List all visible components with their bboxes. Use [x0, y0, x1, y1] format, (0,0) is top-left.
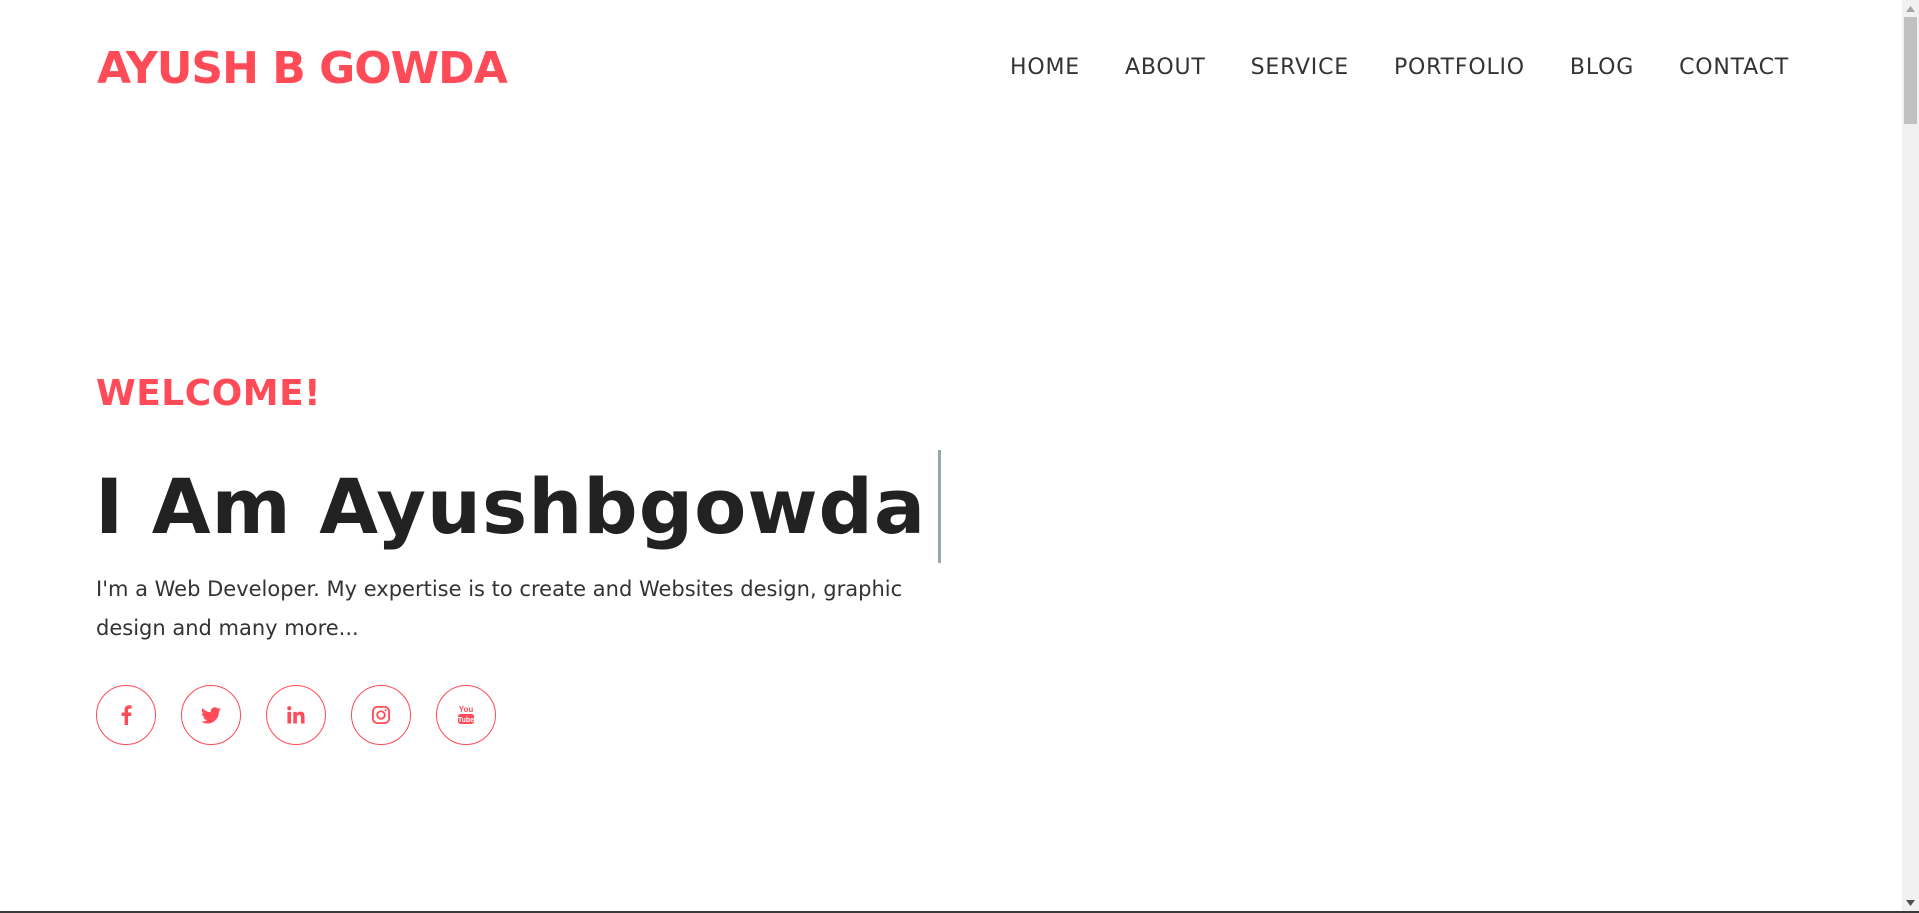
youtube-icon: You Tube [458, 705, 474, 724]
facebook-link[interactable] [96, 685, 156, 745]
site-logo[interactable]: AYUSH B GOWDA [97, 40, 508, 98]
nav-item-service[interactable]: SERVICE [1251, 52, 1349, 84]
twitter-icon [201, 706, 221, 723]
scroll-up-icon[interactable] [1902, 0, 1919, 17]
welcome-heading: WELCOME! [96, 373, 322, 414]
nav-item-about[interactable]: ABOUT [1125, 52, 1206, 84]
instagram-icon [372, 706, 390, 724]
vertical-scrollbar[interactable] [1902, 0, 1919, 911]
browser-viewport: AYUSH B GOWDA HOME ABOUT SERVICE PORTFOL… [0, 0, 1902, 911]
linkedin-icon [287, 706, 305, 724]
nav-item-portfolio[interactable]: PORTFOLIO [1394, 52, 1525, 84]
social-links: You Tube [96, 685, 521, 745]
scroll-down-icon[interactable] [1902, 894, 1919, 911]
scroll-thumb[interactable] [1904, 17, 1917, 124]
svg-text:You: You [459, 705, 474, 714]
instagram-link[interactable] [351, 685, 411, 745]
nav-item-contact[interactable]: CONTACT [1679, 52, 1789, 84]
headline-text: I Am Ayushbgowda [95, 461, 927, 551]
nav-item-home[interactable]: HOME [1010, 52, 1080, 84]
nav-item-blog[interactable]: BLOG [1570, 52, 1634, 84]
facebook-icon [121, 705, 132, 725]
hero-description: I'm a Web Developer. My expertise is to … [96, 577, 903, 640]
hero-headline: I Am Ayushbgowda [95, 450, 942, 563]
main-nav: HOME ABOUT SERVICE PORTFOLIO BLOG CONTAC… [965, 52, 1789, 84]
page: AYUSH B GOWDA HOME ABOUT SERVICE PORTFOL… [0, 0, 1919, 913]
svg-text:Tube: Tube [458, 717, 474, 724]
typing-caret [938, 450, 942, 563]
youtube-link[interactable]: You Tube [436, 685, 496, 745]
linkedin-link[interactable] [266, 685, 326, 745]
twitter-link[interactable] [181, 685, 241, 745]
